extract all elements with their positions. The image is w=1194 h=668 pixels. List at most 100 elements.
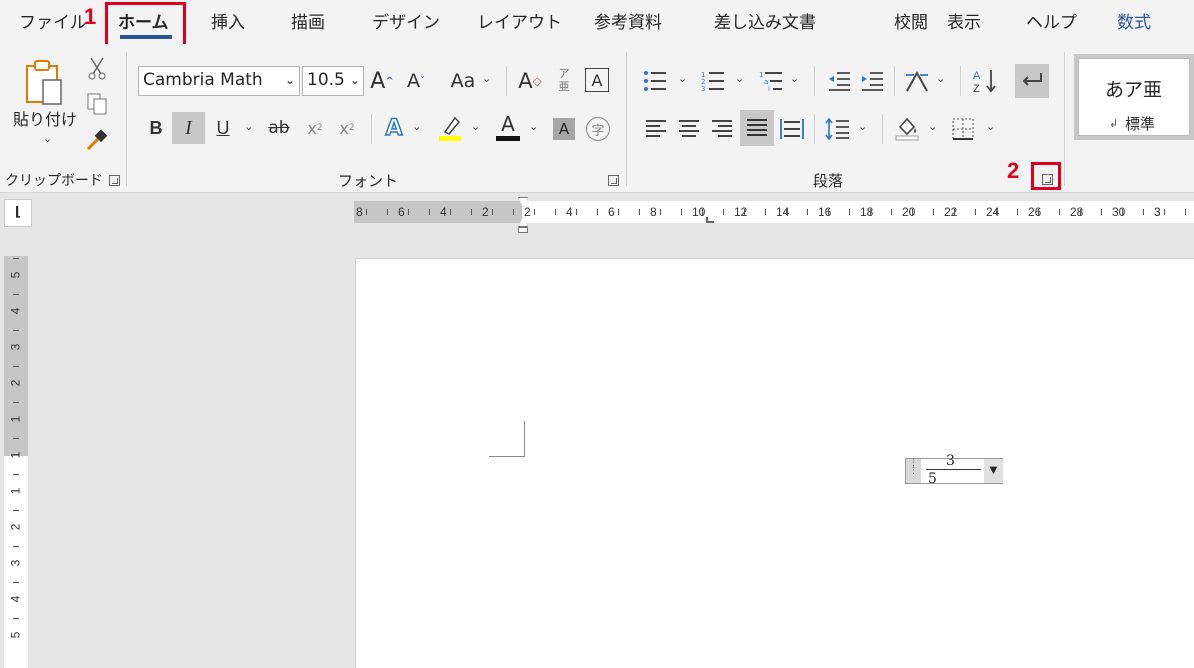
distributed-icon[interactable]	[777, 114, 807, 144]
font-name-chevron-down-icon[interactable]: ⌄	[285, 73, 295, 87]
format-painter-icon[interactable]	[84, 126, 110, 154]
line-spacing-chevron-down-icon[interactable]: ⌄	[858, 120, 867, 133]
highlight-chevron-down-icon[interactable]: ⌄	[471, 120, 480, 133]
numbering-icon[interactable]: 123	[698, 66, 728, 96]
ruler-tick-mark	[723, 209, 724, 215]
left-indent-icon[interactable]	[518, 227, 528, 233]
strikethrough-icon[interactable]: ab	[264, 112, 294, 144]
ruler-tick-mark	[639, 209, 640, 215]
multilevel-list-chevron-down-icon[interactable]: ⌄	[790, 72, 799, 85]
highlight-color-icon[interactable]	[436, 112, 464, 144]
vertical-ruler[interactable]: 5 4 3 2 1 1 1 2 3 4 5	[4, 256, 28, 668]
copy-icon[interactable]	[84, 90, 110, 118]
phonetic-guide-icon[interactable]: ア亜	[551, 62, 577, 98]
ruler-tick-mark	[933, 209, 934, 215]
underline-chevron-down-icon[interactable]: ⌄	[244, 120, 253, 133]
decrease-indent-icon[interactable]	[824, 66, 854, 96]
tab-layout[interactable]: レイアウト	[477, 8, 562, 33]
italic-icon[interactable]: I	[172, 112, 205, 144]
cut-scissors-icon[interactable]	[84, 54, 110, 82]
left-tab-stop-icon[interactable]	[706, 217, 714, 223]
character-border-icon[interactable]: A	[585, 68, 609, 92]
ruler-tick-label: 30	[1112, 205, 1126, 219]
change-case-chevron-down-icon[interactable]: ⌄	[482, 72, 491, 85]
tab-selector-icon[interactable]: ⌊	[4, 199, 32, 227]
clipboard-dialog-launcher-icon[interactable]	[109, 175, 120, 186]
borders-icon[interactable]	[948, 114, 978, 144]
show-hide-marks-icon[interactable]	[1015, 64, 1049, 98]
svg-text:A: A	[973, 70, 981, 82]
tab-mailings[interactable]: 差し込み文書	[714, 8, 816, 33]
ruler-tick-mark	[366, 209, 367, 215]
shading-icon[interactable]	[892, 112, 922, 144]
font-name-combo[interactable]: Cambria Math ⌄	[138, 66, 300, 96]
group-separator	[1064, 52, 1065, 186]
ruler-tick-mark	[954, 209, 955, 215]
bold-icon[interactable]: B	[142, 112, 170, 144]
text-effects-icon[interactable]: A	[380, 112, 408, 144]
equation-options-chevron-down-icon[interactable]: ▼	[984, 459, 1003, 483]
tab-design[interactable]: デザイン	[372, 8, 440, 33]
paste-icon[interactable]	[18, 58, 72, 108]
align-left-icon[interactable]	[642, 114, 670, 144]
equation-container[interactable]: ⋮ ⋮ 3 5 ▼	[905, 453, 1003, 484]
superscript-icon[interactable]: x2	[334, 112, 360, 144]
text-effects-chevron-down-icon[interactable]: ⌄	[412, 120, 421, 133]
tab-review[interactable]: 校閲	[894, 8, 928, 33]
tab-view[interactable]: 表示	[947, 8, 981, 33]
ruler-tick-mark	[1122, 209, 1123, 215]
shading-chevron-down-icon[interactable]: ⌄	[928, 120, 937, 133]
font-color-icon[interactable]: A	[494, 108, 522, 144]
grow-font-icon[interactable]: A ^	[368, 66, 396, 96]
tab-equation[interactable]: 数式	[1117, 8, 1151, 33]
tab-insert[interactable]: 挿入	[211, 8, 245, 33]
ruler-tick-label: 22	[944, 205, 958, 219]
ruler-tick-mark	[471, 209, 472, 215]
subscript-icon[interactable]: x2	[302, 112, 328, 144]
style-normal-gallery-item[interactable]: あア亜 ↲ 標準	[1074, 54, 1194, 140]
font-color-chevron-down-icon[interactable]: ⌄	[529, 120, 538, 133]
increase-indent-icon[interactable]	[857, 66, 887, 96]
group-separator	[126, 52, 127, 186]
ruler-tick-mark	[513, 209, 514, 215]
paste-chevron-down-icon[interactable]: ⌄	[43, 132, 52, 145]
shrink-font-icon[interactable]: Aˇ	[402, 66, 430, 96]
align-center-icon[interactable]	[675, 114, 703, 144]
character-shading-icon[interactable]: A	[553, 118, 575, 140]
ruler-tick-mark	[1059, 209, 1060, 215]
sort-icon[interactable]: AZ	[968, 66, 1002, 96]
ruler-tick-label: 20	[902, 205, 916, 219]
ruler-tick-mark	[13, 438, 19, 439]
justify-icon[interactable]	[740, 110, 774, 146]
align-right-icon[interactable]	[708, 114, 736, 144]
bullets-icon[interactable]	[640, 66, 670, 96]
font-size-combo[interactable]: 10.5 ⌄	[302, 66, 364, 96]
asian-layout-chevron-down-icon[interactable]: ⌄	[936, 72, 945, 85]
change-case-icon[interactable]: Aa	[447, 66, 479, 96]
svg-text:1: 1	[759, 71, 763, 79]
line-spacing-icon[interactable]	[822, 114, 852, 144]
tab-help[interactable]: ヘルプ	[1026, 8, 1077, 33]
ruler-tick-label: 5	[8, 271, 23, 279]
svg-text:i: i	[768, 85, 770, 92]
bullets-chevron-down-icon[interactable]: ⌄	[678, 72, 687, 85]
paste-label[interactable]: 貼り付け	[13, 106, 77, 130]
enclose-characters-icon[interactable]: 字	[586, 117, 610, 141]
clear-formatting-icon[interactable]: A ◇	[516, 66, 544, 96]
multilevel-list-icon[interactable]: 1ai	[756, 66, 786, 96]
horizontal-ruler[interactable]: 8 6 4 2 2 4 6 8 10 12 14 16 18 20 22 24 26 28 30 3	[354, 197, 1194, 233]
ruler-tick-label: 10	[692, 205, 706, 219]
tab-draw[interactable]: 描画	[291, 8, 325, 33]
numbering-chevron-down-icon[interactable]: ⌄	[735, 72, 744, 85]
tab-references[interactable]: 参考資料	[594, 8, 662, 33]
asian-layout-icon[interactable]	[902, 66, 932, 96]
equation-handle-icon[interactable]: ⋮ ⋮	[906, 459, 921, 483]
font-size-value: 10.5	[307, 70, 345, 90]
borders-chevron-down-icon[interactable]: ⌄	[986, 120, 995, 133]
tab-file[interactable]: ファイル	[19, 8, 87, 33]
document-page[interactable]: ⋮ ⋮ 3 5 ▼	[355, 258, 1194, 668]
font-dialog-launcher-icon[interactable]	[608, 175, 619, 186]
underline-icon[interactable]: U	[210, 112, 236, 144]
font-size-chevron-down-icon[interactable]: ⌄	[349, 73, 360, 87]
ruler-tick-label: 2	[482, 205, 489, 219]
